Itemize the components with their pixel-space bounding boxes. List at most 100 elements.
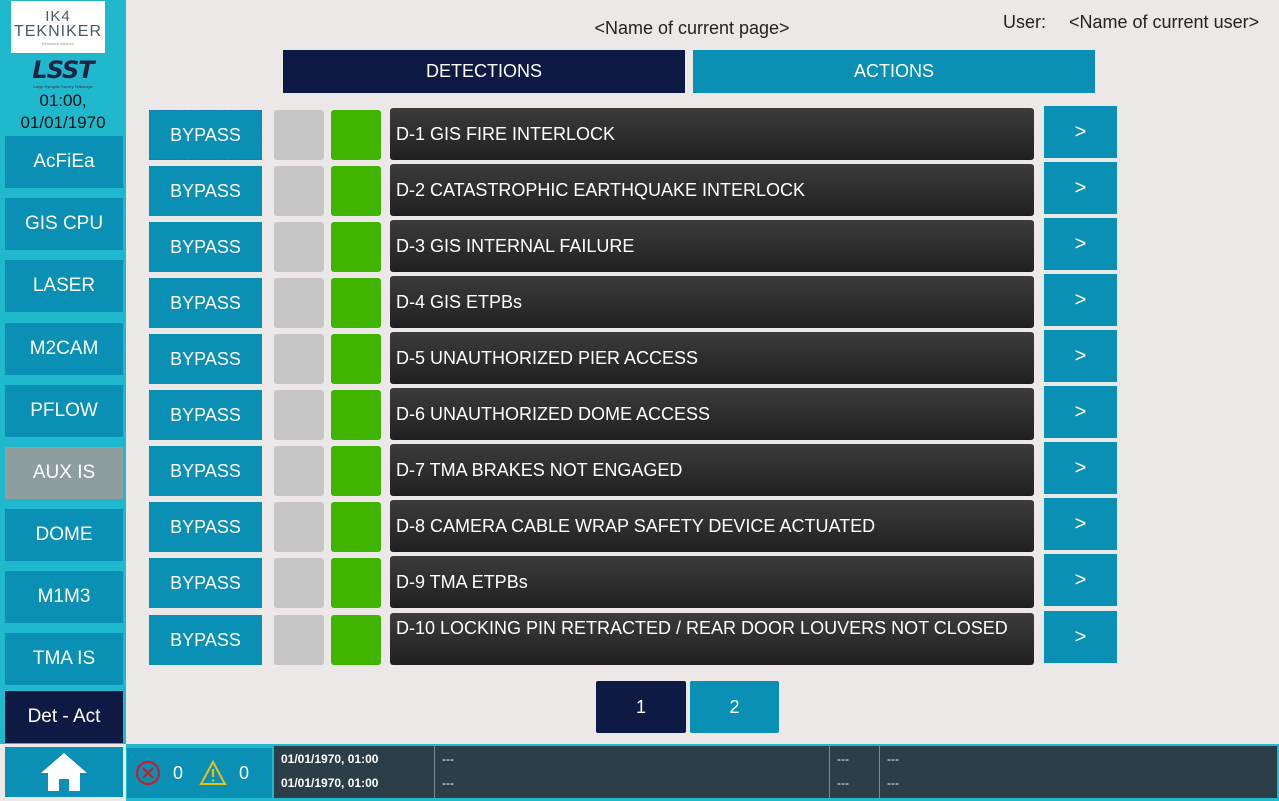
clock: 01:00, 01/01/1970: [0, 90, 126, 134]
detection-label: D-6 UNAUTHORIZED DOME ACCESS: [390, 388, 1034, 440]
sidebar-item-m2cam[interactable]: M2CAM: [5, 323, 123, 375]
bypass-button[interactable]: BYPASS: [149, 278, 262, 328]
status-indicator-gray: [274, 110, 324, 160]
status-indicator-gray: [274, 558, 324, 608]
detection-label: D-1 GIS FIRE INTERLOCK: [390, 108, 1034, 160]
sidebar-item-dome[interactable]: DOME: [5, 509, 123, 561]
detail-arrow-button[interactable]: >: [1044, 162, 1117, 214]
sidebar-item-gis-cpu[interactable]: GIS CPU: [5, 198, 123, 250]
sidebar-item-laser[interactable]: LASER: [5, 260, 123, 312]
logo-ik4-tagline: Research Alliance: [41, 41, 75, 46]
status-indicator-green: [331, 615, 381, 665]
status-indicator-green: [331, 446, 381, 496]
status-indicator-gray: [274, 502, 324, 552]
page-button-1[interactable]: 1: [596, 681, 686, 733]
detection-row: BYPASS D-1 GIS FIRE INTERLOCK >: [148, 106, 1118, 160]
sidebar-item-tma-is[interactable]: TMA IS: [5, 633, 123, 685]
log-message: ---: [442, 776, 454, 790]
tab-actions[interactable]: ACTIONS: [693, 50, 1095, 93]
log-message: ---: [442, 752, 454, 766]
detection-label: D-5 UNAUTHORIZED PIER ACCESS: [390, 332, 1034, 384]
log-timestamp: 01/01/1970, 01:00: [281, 752, 379, 766]
detail-arrow-button[interactable]: >: [1044, 611, 1117, 663]
detection-row: BYPASS D-5 UNAUTHORIZED PIER ACCESS >: [148, 330, 1118, 384]
status-indicator-gray: [274, 278, 324, 328]
status-indicator-gray: [274, 222, 324, 272]
lsst-logo-tagline: Large Synoptic Survey Telescope: [33, 84, 93, 89]
detail-arrow-button[interactable]: >: [1044, 554, 1117, 606]
detection-label: D-4 GIS ETPBs: [390, 276, 1034, 328]
status-indicator-gray: [274, 334, 324, 384]
status-indicator-gray: [274, 446, 324, 496]
detail-arrow-button[interactable]: >: [1044, 274, 1117, 326]
lsst-logo: LSST Large Synoptic Survey Telescope: [17, 56, 109, 89]
log-column-divider: [434, 746, 435, 798]
log-column-divider: [829, 746, 830, 798]
detection-row: BYPASS D-3 GIS INTERNAL FAILURE >: [148, 218, 1118, 272]
log-timestamp: 01/01/1970, 01:00: [281, 776, 379, 790]
log-code: ---: [837, 752, 849, 766]
page-button-2[interactable]: 2: [690, 681, 779, 733]
status-indicator-green: [331, 278, 381, 328]
log-detail: ---: [887, 752, 899, 766]
warning-count: 0: [239, 762, 250, 783]
detail-arrow-button[interactable]: >: [1044, 218, 1117, 270]
status-indicator-green: [331, 334, 381, 384]
log-detail: ---: [887, 776, 899, 790]
sidebar-item-m1m3[interactable]: M1M3: [5, 571, 123, 623]
bypass-button[interactable]: BYPASS: [149, 446, 262, 496]
bypass-button[interactable]: BYPASS: [149, 390, 262, 440]
bypass-button[interactable]: BYPASS: [149, 558, 262, 608]
status-bar: 0 0 01/01/1970, 01:00 01/01/1970, 01:00 …: [126, 744, 1279, 801]
detection-row: BYPASS D-10 LOCKING PIN RETRACTED / REAR…: [148, 611, 1118, 665]
clock-time: 01:00,: [39, 91, 87, 110]
status-indicator-green: [331, 502, 381, 552]
bypass-button[interactable]: BYPASS: [149, 334, 262, 384]
log-column-divider: [879, 746, 880, 798]
status-indicator-green: [331, 222, 381, 272]
detection-row: BYPASS D-7 TMA BRAKES NOT ENGAGED >: [148, 442, 1118, 496]
detail-arrow-button[interactable]: >: [1044, 386, 1117, 438]
sidebar-item-aux-is[interactable]: AUX IS: [5, 447, 123, 499]
status-indicator-green: [331, 110, 381, 160]
status-indicator-green: [331, 390, 381, 440]
alarm-counters[interactable]: 0 0: [127, 748, 272, 798]
status-indicator-green: [331, 166, 381, 216]
user-name: <Name of current user>: [1069, 12, 1260, 32]
bypass-button[interactable]: BYPASS: [149, 222, 262, 272]
tab-detections[interactable]: DETECTIONS: [283, 50, 685, 93]
bypass-button[interactable]: BYPASS: [149, 110, 262, 160]
error-count: 0: [173, 762, 184, 783]
home-button[interactable]: [5, 747, 123, 797]
detail-arrow-button[interactable]: >: [1044, 498, 1117, 550]
lsst-logo-text: LSST: [32, 56, 94, 84]
detail-arrow-button[interactable]: >: [1044, 330, 1117, 382]
status-indicator-green: [331, 558, 381, 608]
status-indicator-gray: [274, 615, 324, 665]
sidebar-item-det-act[interactable]: Det - Act: [5, 691, 123, 743]
sidebar-item-acfiea[interactable]: AcFiEa: [5, 136, 123, 188]
page-title: <Name of current page>: [594, 18, 790, 38]
detection-label: D-9 TMA ETPBs: [390, 556, 1034, 608]
detection-row: BYPASS D-9 TMA ETPBs >: [148, 554, 1118, 608]
ik4-tekniker-logo: IK4 TEKNIKER Research Alliance: [11, 1, 105, 53]
sidebar: IK4 TEKNIKER Research Alliance LSST Larg…: [0, 0, 126, 744]
status-indicator-gray: [274, 166, 324, 216]
event-log[interactable]: 01/01/1970, 01:00 01/01/1970, 01:00 --- …: [274, 746, 1277, 798]
detection-row: BYPASS D-4 GIS ETPBs >: [148, 274, 1118, 328]
clock-date: 01/01/1970: [20, 113, 106, 132]
bypass-button[interactable]: BYPASS: [149, 502, 262, 552]
warning-icon: [199, 760, 227, 785]
detail-arrow-button[interactable]: >: [1044, 106, 1117, 158]
detection-label: D-8 CAMERA CABLE WRAP SAFETY DEVICE ACTU…: [390, 500, 1034, 552]
logo-tekniker-text: TEKNIKER: [13, 23, 102, 40]
sidebar-item-pflow[interactable]: PFLOW: [5, 385, 123, 437]
log-code: ---: [837, 776, 849, 790]
detection-label: D-7 TMA BRAKES NOT ENGAGED: [390, 444, 1034, 496]
detail-arrow-button[interactable]: >: [1044, 442, 1117, 494]
detection-label: D-2 CATASTROPHIC EARTHQUAKE INTERLOCK: [390, 164, 1034, 216]
error-icon: [135, 760, 161, 786]
bypass-button[interactable]: BYPASS: [149, 166, 262, 216]
user-label: User:: [1003, 12, 1047, 32]
bypass-button[interactable]: BYPASS: [149, 615, 262, 665]
